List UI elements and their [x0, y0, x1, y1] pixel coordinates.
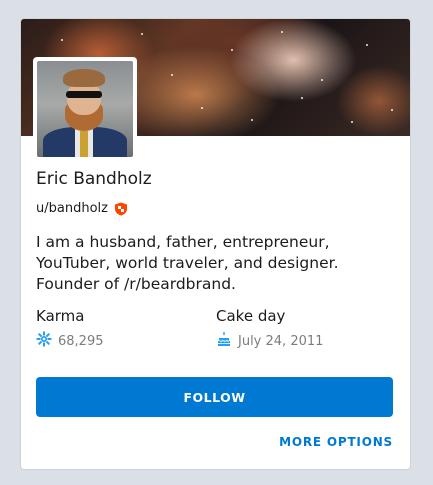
avatar[interactable] — [37, 61, 133, 157]
karma-label: Karma — [36, 307, 85, 325]
karma-icon — [36, 331, 52, 351]
profile-bio: I am a husband, father, entrepreneur, Yo… — [36, 233, 339, 293]
cakeday-label: Cake day — [216, 307, 286, 325]
cakeday-stat: July 24, 2011 — [216, 331, 323, 351]
profile-name: Eric Bandholz — [36, 169, 152, 189]
username-row: u/bandholz — [36, 201, 128, 216]
cake-icon — [216, 331, 232, 351]
mod-badge-icon — [114, 202, 128, 216]
follow-button[interactable]: FOLLOW — [36, 377, 393, 417]
more-options-button[interactable]: MORE OPTIONS — [279, 435, 393, 449]
username[interactable]: u/bandholz — [36, 201, 108, 216]
karma-stat: 68,295 — [36, 331, 104, 351]
profile-card: Eric Bandholz u/bandholz I am a husband,… — [20, 18, 411, 470]
avatar-frame[interactable] — [33, 57, 137, 161]
karma-value: 68,295 — [58, 333, 104, 349]
cakeday-value: July 24, 2011 — [238, 333, 324, 349]
